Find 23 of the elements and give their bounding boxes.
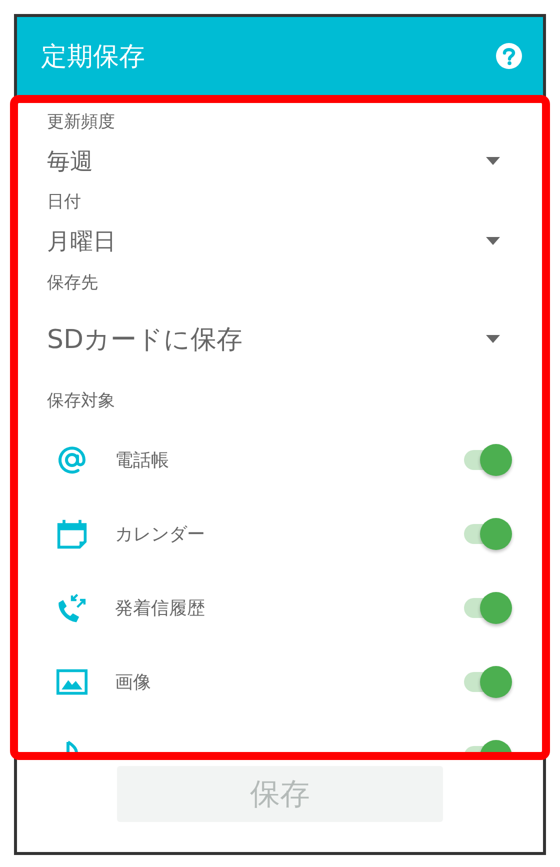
dropdown[interactable]: SDカードに保存 <box>18 301 542 377</box>
caret-icon <box>486 157 500 165</box>
caret-icon <box>486 237 500 245</box>
at-sign-icon <box>56 444 88 476</box>
dropdown[interactable]: 毎週 <box>18 139 542 183</box>
toggle-switch[interactable] <box>462 443 512 477</box>
field-label: 日付 <box>47 190 81 212</box>
field-label: 更新頻度 <box>47 110 115 132</box>
field-label: 保存先 <box>47 272 98 294</box>
item-label: 画像 <box>115 671 151 694</box>
dialog-title: 定期保存 <box>41 40 145 74</box>
toggle-switch[interactable] <box>462 665 512 699</box>
toggle-switch[interactable] <box>462 517 512 551</box>
section-label: 保存対象 <box>47 390 115 412</box>
dropdown[interactable]: 月曜日 <box>18 219 542 263</box>
phone-arrows-icon <box>56 592 88 624</box>
help-icon[interactable] <box>495 42 523 70</box>
caret-icon <box>486 335 500 343</box>
toggle-switch[interactable] <box>462 591 512 625</box>
item-label: 発着信履歴 <box>115 597 205 620</box>
calendar-icon <box>56 518 88 550</box>
item-label: カレンダー <box>115 523 205 546</box>
item-label: 電話帳 <box>115 449 169 472</box>
